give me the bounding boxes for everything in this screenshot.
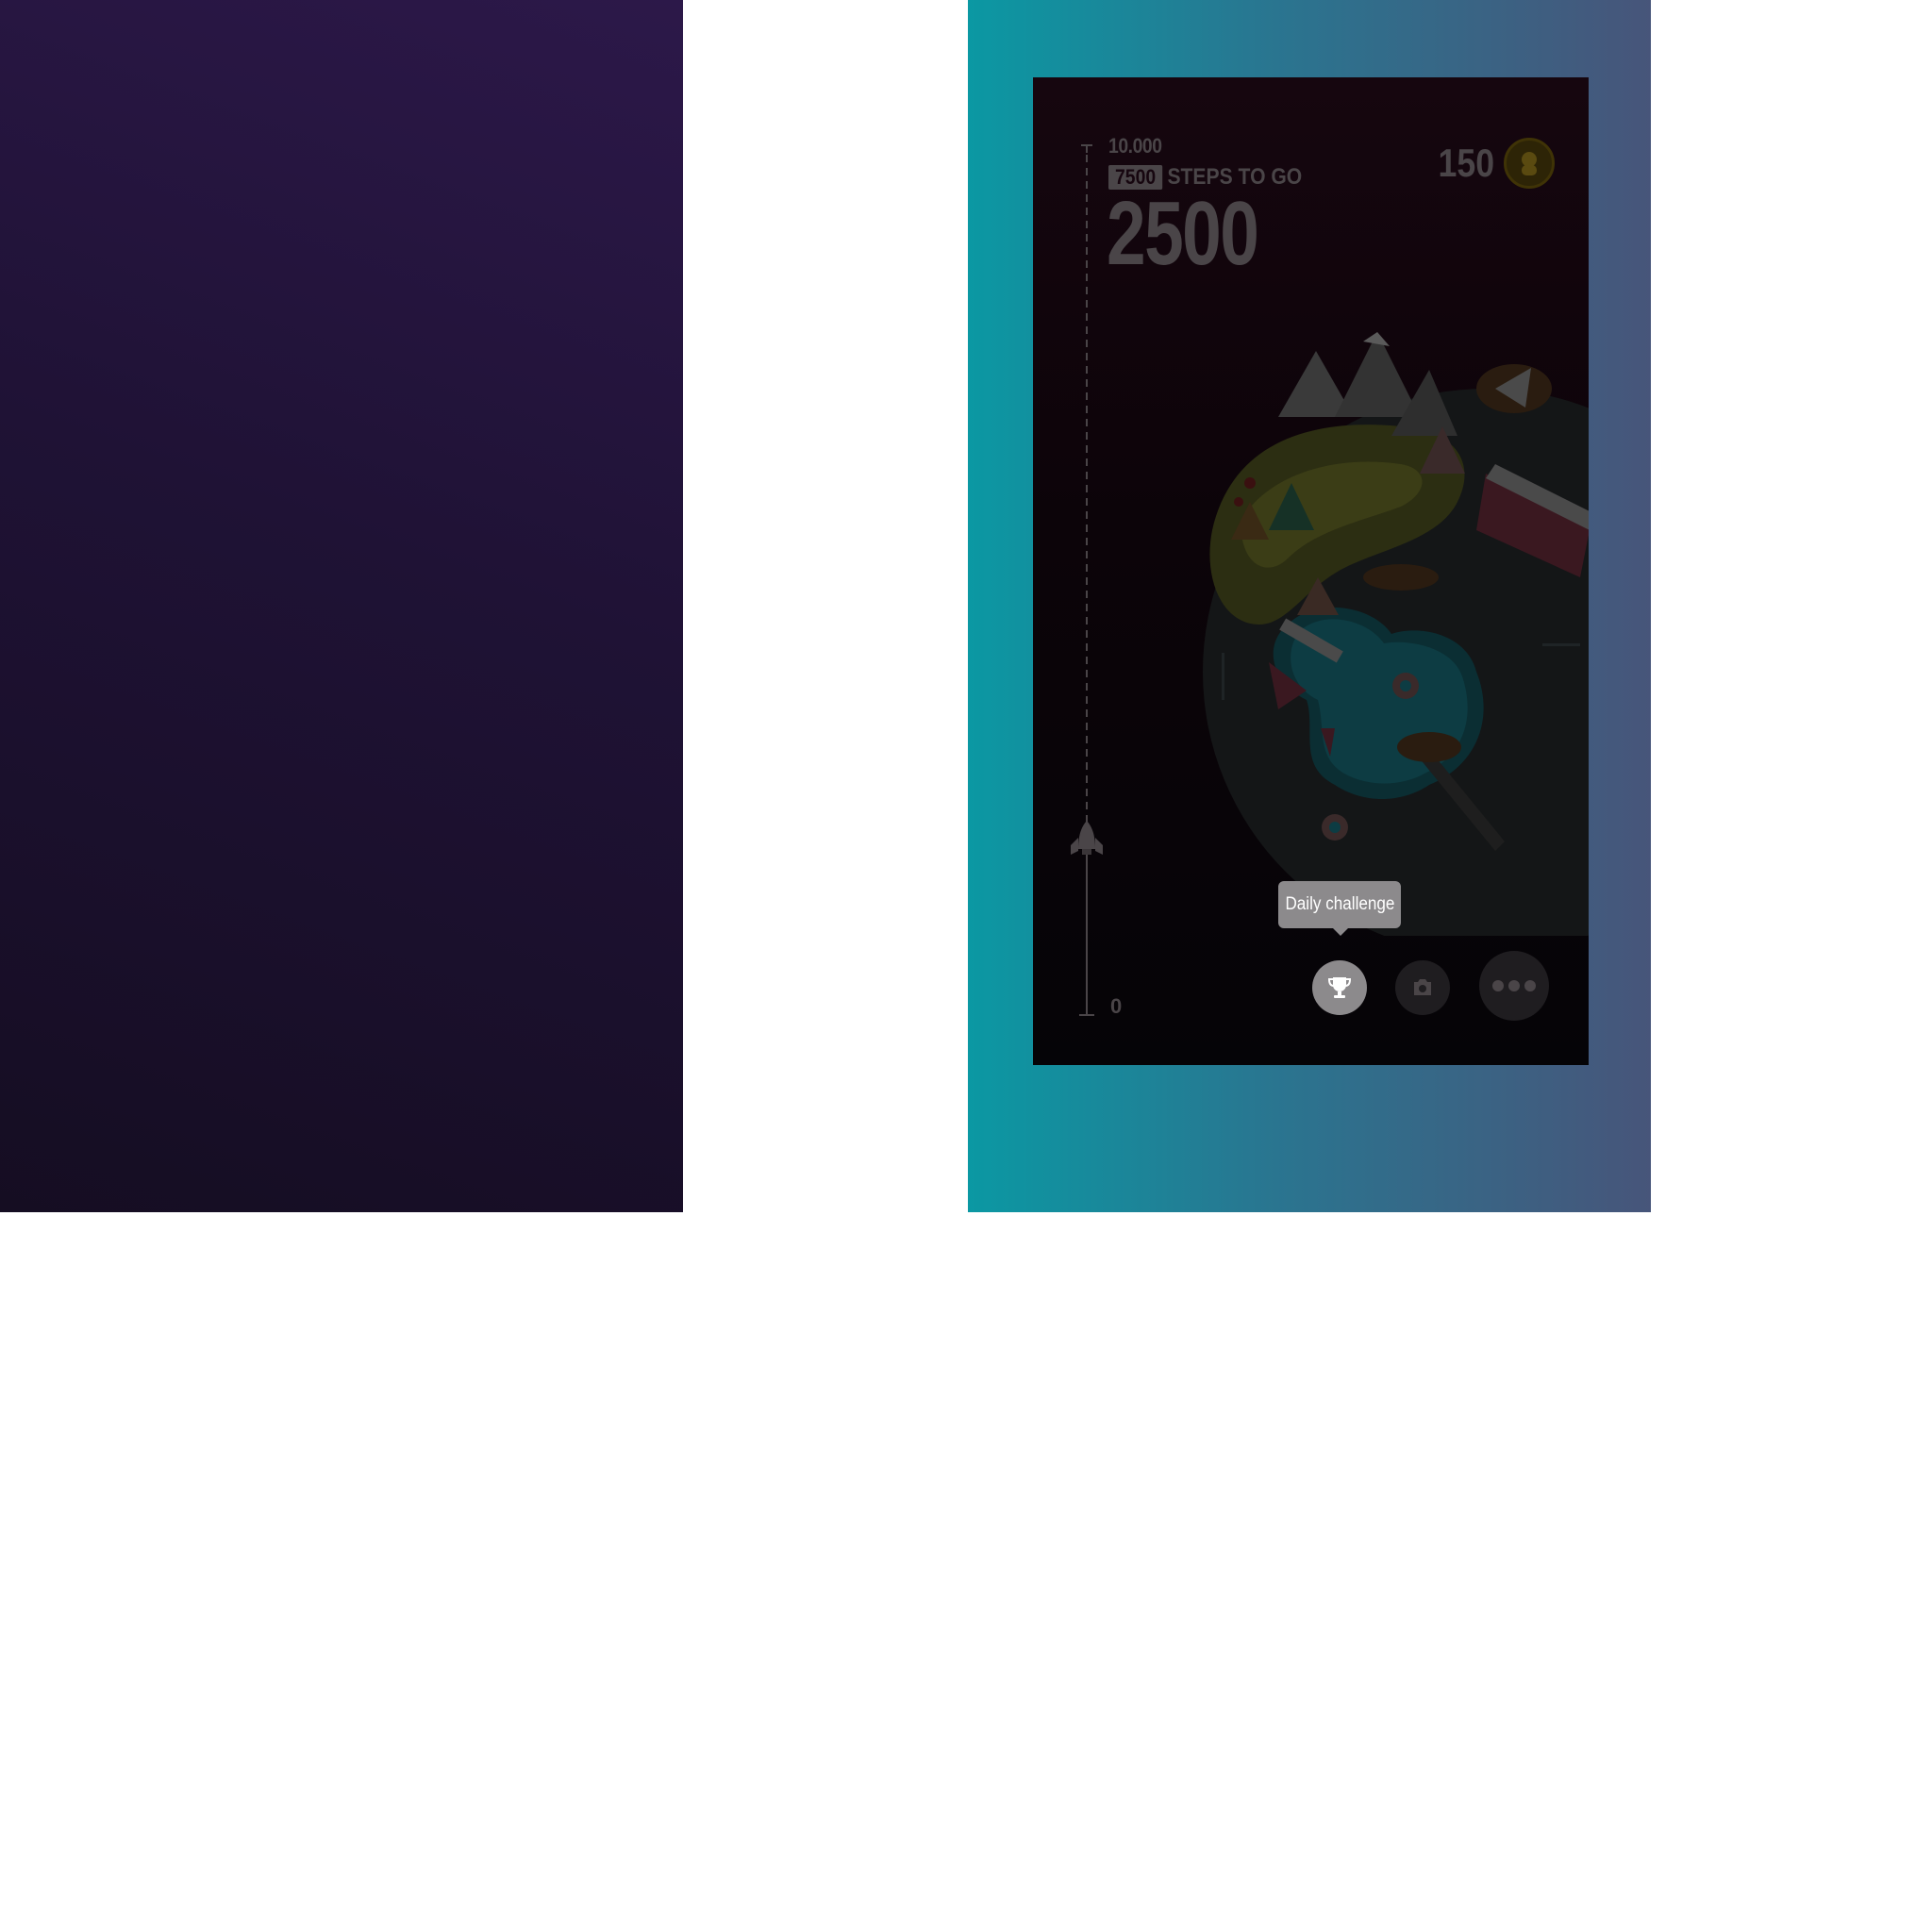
camera-button[interactable]: [1395, 960, 1450, 1015]
coins-value: 150: [1438, 141, 1494, 185]
rocket-icon: [1071, 821, 1103, 855]
progress-zero-label: 0: [1110, 994, 1123, 1018]
planet-world-illustration: [1203, 332, 1589, 936]
coin-counter[interactable]: 150: [1428, 138, 1555, 189]
trophy-icon: [1327, 977, 1352, 998]
game-screen: 10.000 7500 STEPS TO GO 2500 0 150 Daily…: [1033, 77, 1589, 1065]
more-options-button[interactable]: [1479, 951, 1549, 1021]
goal-label: 10.000: [1108, 134, 1162, 158]
more-dots-icon: [1492, 980, 1536, 991]
camera-icon: [1414, 979, 1431, 995]
daily-challenge-tooltip: Daily challenge: [1278, 881, 1401, 936]
daily-challenge-button[interactable]: [1312, 960, 1367, 1015]
astronaut-coin-icon: [1504, 138, 1555, 189]
left-background-panel: [0, 0, 683, 1212]
current-steps-count: 2500: [1107, 183, 1259, 284]
